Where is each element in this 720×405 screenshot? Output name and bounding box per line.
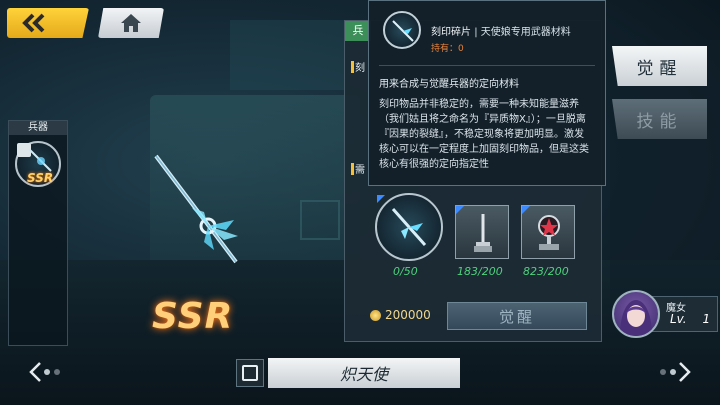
chevron-left-icon bbox=[29, 362, 41, 382]
material-slot-pentagram-core[interactable] bbox=[521, 205, 575, 259]
tooltip-hold-value: 0 bbox=[458, 44, 464, 54]
material-corner-badge bbox=[377, 195, 385, 203]
material-count-pentagram-core: 823/200 bbox=[523, 265, 569, 278]
sword-fragment-icon bbox=[391, 208, 427, 246]
coin-icon bbox=[370, 309, 381, 321]
pentagram-icon bbox=[538, 215, 560, 250]
sword-thumbnail-icon bbox=[28, 148, 52, 172]
tooltip-item-name: 刻印碎片 bbox=[431, 27, 471, 38]
bg-screen bbox=[230, 20, 350, 90]
character-level: Lv. 1 bbox=[670, 312, 710, 326]
material-slot-engrave-fragment[interactable] bbox=[375, 193, 443, 261]
tooltip-divider bbox=[379, 65, 595, 66]
tooltip-item-icon bbox=[383, 11, 421, 49]
weapon-rarity-badge: SSR bbox=[152, 296, 234, 337]
rename-button[interactable] bbox=[236, 359, 264, 387]
tab-skill[interactable]: 技能 bbox=[612, 99, 707, 139]
home-button[interactable] bbox=[98, 8, 164, 38]
material-count-engrave-fragment: 0/50 bbox=[393, 265, 418, 278]
tooltip-hold-count: 持有：0 bbox=[431, 41, 464, 54]
weapon-list-header: 兵器 bbox=[9, 121, 67, 135]
character-level-label: Lv. bbox=[670, 312, 687, 326]
double-chevron-left-icon bbox=[22, 13, 45, 33]
item-tooltip: 刻印碎片 | 天使娘专用武器材料 持有：0 用来合成与觉醒兵器的定向材料 刻印物… bbox=[368, 0, 606, 186]
page-dot bbox=[660, 369, 666, 375]
page-dot bbox=[44, 369, 50, 375]
bg-crate bbox=[300, 200, 340, 240]
edit-icon bbox=[242, 365, 258, 381]
material-slot-sword-core[interactable] bbox=[455, 205, 509, 259]
section-label-require: 需 bbox=[351, 161, 369, 177]
next-weapon-button[interactable] bbox=[652, 360, 692, 384]
character-card[interactable]: 魔女 Lv. 1 bbox=[612, 290, 718, 338]
page-dot bbox=[54, 369, 60, 375]
character-level-value: 1 bbox=[702, 312, 711, 326]
tooltip-description: 刻印物品并非稳定的，需要一种未知能量滋养（我们姑且将之命名为『异质物X』）；一旦… bbox=[379, 99, 589, 170]
awaken-cost: 200000 bbox=[370, 308, 431, 322]
weapon-sword-image bbox=[154, 154, 238, 264]
tooltip-subtitle: 用来合成与觉醒兵器的定向材料 bbox=[379, 79, 519, 90]
weapon-list-panel: 兵器 SSR bbox=[8, 120, 68, 346]
weapon-name-field: 炽天使 bbox=[268, 358, 460, 388]
tooltip-hold-label: 持有： bbox=[431, 44, 459, 54]
material-corner-badge bbox=[456, 206, 464, 214]
back-button[interactable] bbox=[7, 8, 89, 38]
sword-stand-icon bbox=[474, 214, 492, 252]
awaken-cost-value: 200000 bbox=[385, 308, 431, 322]
awaken-confirm-button[interactable]: 觉醒 bbox=[447, 302, 587, 330]
tooltip-title: 刻印碎片 | 天使娘专用武器材料 bbox=[431, 27, 571, 38]
prev-weapon-button[interactable] bbox=[28, 360, 68, 384]
tab-awaken[interactable]: 觉醒 bbox=[612, 46, 707, 86]
page-dot bbox=[670, 369, 676, 375]
material-corner-badge bbox=[522, 206, 530, 214]
section-label-engrave: 刻 bbox=[351, 59, 369, 75]
weapon-slot-selected[interactable]: SSR bbox=[15, 141, 61, 187]
character-portrait bbox=[620, 300, 652, 336]
material-count-sword-core: 183/200 bbox=[457, 265, 503, 278]
weapon-name: 炽天使 bbox=[339, 365, 388, 384]
home-icon bbox=[121, 14, 141, 32]
weapon-slot-rarity: SSR bbox=[27, 171, 54, 185]
sword-fragment-icon bbox=[392, 20, 414, 42]
tooltip-item-category: 天使娘专用武器材料 bbox=[480, 27, 571, 38]
chevron-right-icon bbox=[679, 362, 691, 382]
avatar bbox=[612, 290, 660, 338]
